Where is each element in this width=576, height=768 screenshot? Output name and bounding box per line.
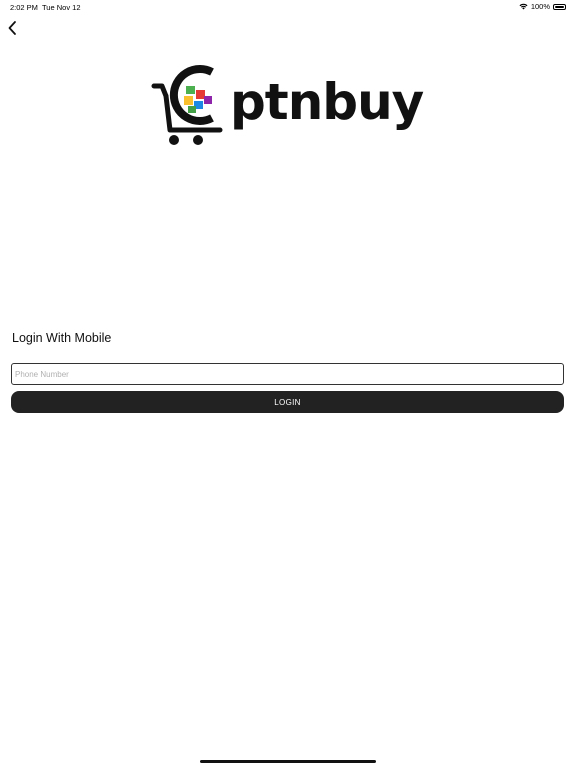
phone-number-input[interactable]	[11, 363, 564, 385]
status-bar: 2:02 PM Tue Nov 12 100%	[0, 0, 576, 14]
back-button[interactable]	[4, 18, 20, 38]
status-indicators: 100%	[519, 2, 566, 11]
status-time: 2:02 PM	[10, 3, 38, 12]
logo-text: ptnbuy	[230, 73, 424, 131]
home-indicator	[200, 760, 376, 763]
wifi-icon	[519, 3, 528, 10]
shopping-cart-icon	[151, 65, 223, 145]
status-date: Tue Nov 12	[42, 3, 81, 12]
battery-percent: 100%	[530, 2, 550, 11]
app-logo: ptnbuy	[150, 62, 426, 150]
login-button[interactable]: LOGIN	[11, 391, 564, 413]
chevron-left-icon	[8, 21, 16, 35]
login-screen: 2:02 PM Tue Nov 12 100% ptnbuy Login Wit…	[0, 0, 576, 768]
login-title: Login With Mobile	[12, 331, 112, 345]
battery-icon	[553, 3, 566, 10]
